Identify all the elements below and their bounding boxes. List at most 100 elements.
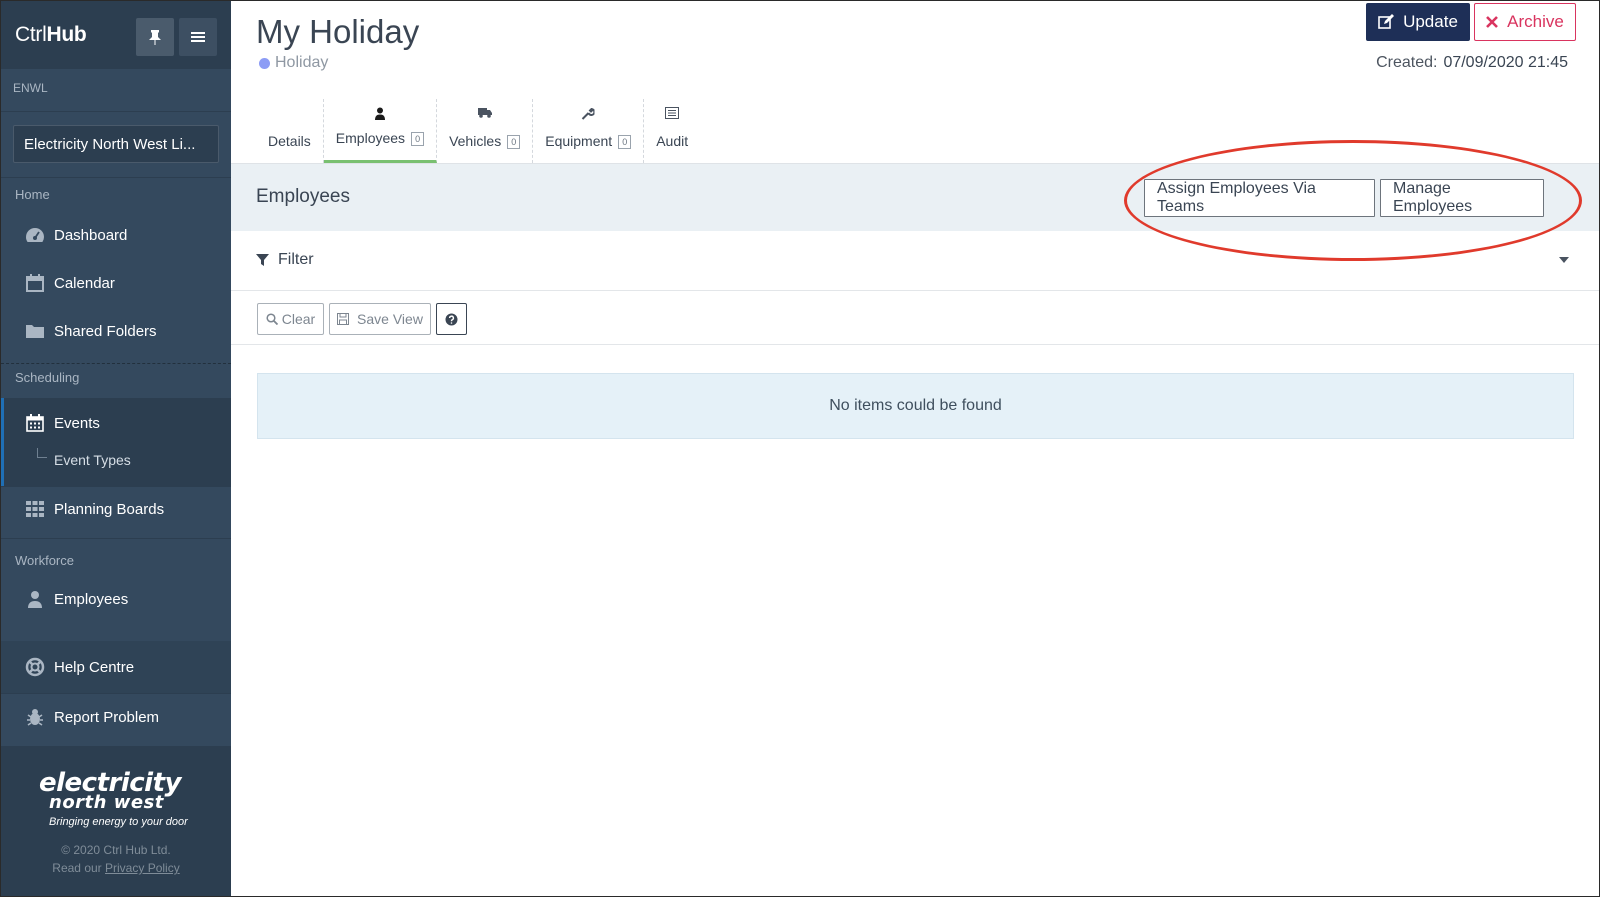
- save-view-button[interactable]: Save View: [329, 303, 431, 335]
- org-heading: ENWL: [13, 81, 48, 95]
- filter-label: Filter: [278, 251, 314, 268]
- filter-toggle[interactable]: Filter: [256, 251, 314, 269]
- sidebar-item-event-types[interactable]: Event Types: [54, 452, 131, 468]
- assign-employees-via-teams-button[interactable]: Assign Employees Via Teams: [1144, 179, 1375, 217]
- tab-details[interactable]: Details: [256, 99, 324, 163]
- organisation-selector[interactable]: Electricity North West Li...: [13, 125, 219, 163]
- calendar-icon: [25, 273, 45, 293]
- privacy-policy-link[interactable]: Privacy Policy: [105, 861, 180, 875]
- sidebar-item-report-problem[interactable]: Report Problem: [1, 695, 231, 739]
- sidebar-item-shared-folders[interactable]: Shared Folders: [1, 309, 231, 353]
- archive-label: Archive: [1507, 12, 1564, 31]
- tab-audit[interactable]: Audit: [644, 99, 700, 163]
- main-content: My Holiday Holiday Update Archive Create…: [231, 1, 1599, 896]
- brand-bold: Hub: [46, 23, 87, 46]
- tab-equipment[interactable]: Equipment 0: [533, 99, 645, 163]
- wrench-icon: [582, 107, 595, 120]
- event-type-label: Holiday: [275, 54, 329, 71]
- filter-icon: [256, 253, 269, 266]
- created-value: 07/09/2020 21:45: [1443, 54, 1568, 71]
- folder-icon: [25, 321, 45, 341]
- filter-panel[interactable]: Filter: [231, 231, 1599, 291]
- privacy-line: Read our Privacy Policy: [1, 861, 231, 875]
- page-subtitle: Holiday: [259, 54, 328, 72]
- update-label: Update: [1403, 12, 1458, 31]
- app-brand[interactable]: CtrlHub: [15, 23, 87, 47]
- sidebar-header: CtrlHub: [1, 1, 231, 69]
- brand-light: Ctrl: [15, 23, 47, 46]
- sidebar-item-label: Employees: [54, 590, 129, 608]
- empty-state-message: No items could be found: [257, 373, 1574, 439]
- sidebar-item-events[interactable]: Events: [1, 401, 231, 445]
- lifebuoy-icon: [25, 657, 45, 677]
- sidebar-item-planning-boards[interactable]: Planning Boards: [1, 487, 231, 531]
- archive-button[interactable]: Archive: [1474, 3, 1576, 41]
- pin-icon: [149, 30, 161, 45]
- sidebar-item-label: Dashboard: [54, 226, 128, 244]
- sidebar-item-dashboard[interactable]: Dashboard: [1, 213, 231, 257]
- search-icon: [266, 313, 278, 325]
- section-label-home: Home: [15, 187, 50, 202]
- clear-label: Clear: [281, 311, 316, 327]
- count-badge: 0: [507, 135, 521, 149]
- truck-icon: [477, 108, 492, 118]
- tab-vehicles[interactable]: Vehicles 0: [437, 99, 534, 163]
- user-icon: [374, 107, 385, 120]
- menu-toggle-button[interactable]: [179, 18, 217, 56]
- grid-icon: [25, 499, 45, 519]
- save-icon: [337, 313, 350, 325]
- manage-employees-button[interactable]: Manage Employees: [1380, 179, 1544, 217]
- tab-label: Vehicles: [449, 132, 502, 149]
- list-toolbar: Clear Save View: [231, 291, 1599, 345]
- bug-icon: [25, 707, 45, 727]
- user-icon: [25, 589, 45, 609]
- sidebar-item-label: Calendar: [54, 274, 115, 292]
- company-tagline: Bringing energy to your door: [49, 816, 188, 828]
- page-title: My Holiday: [256, 13, 420, 50]
- sidebar-item-calendar[interactable]: Calendar: [1, 261, 231, 305]
- section-label-scheduling: Scheduling: [15, 370, 80, 385]
- tab-label: Equipment: [545, 132, 613, 149]
- sidebar-item-label: Events: [54, 414, 100, 432]
- divider: [1, 177, 231, 178]
- app-window: CtrlHub ENWL Electricity North West Li..…: [0, 0, 1600, 897]
- sidebar-item-label: Help Centre: [54, 658, 135, 676]
- sidebar-item-label: Report Problem: [54, 708, 160, 726]
- divider: [1, 363, 231, 364]
- edit-icon: [1378, 14, 1395, 29]
- sidebar-item-employees[interactable]: Employees: [1, 577, 231, 621]
- dashboard-icon: [25, 225, 45, 245]
- company-logo-line2: north west: [49, 792, 164, 813]
- help-button[interactable]: [436, 303, 467, 335]
- section-label-workforce: Workforce: [15, 553, 74, 568]
- tree-connector: [37, 448, 47, 458]
- tab-bar: Details Employees 0 Vehicles 0 Equipment 0 …: [256, 99, 700, 164]
- created-label: Created:: [1376, 54, 1438, 71]
- count-badge: 0: [411, 132, 425, 146]
- pin-sidebar-button[interactable]: [136, 18, 174, 56]
- tab-label: Employees: [335, 129, 406, 146]
- sidebar-item-help-centre[interactable]: Help Centre: [1, 645, 231, 689]
- sidebar-item-label: Planning Boards: [54, 500, 165, 518]
- sidebar-item-label: Shared Folders: [54, 322, 157, 340]
- clear-button[interactable]: Clear: [257, 303, 324, 335]
- question-circle-icon: [445, 313, 458, 325]
- save-view-label: Save View: [357, 311, 423, 327]
- divider: [1, 693, 231, 694]
- created-info: Created: 07/09/2020 21:45: [1376, 54, 1568, 72]
- chevron-down-icon[interactable]: [1559, 257, 1569, 263]
- tab-employees[interactable]: Employees 0: [323, 99, 438, 163]
- hamburger-icon: [191, 32, 205, 42]
- divider: [1, 538, 231, 539]
- tab-label: Audit: [656, 133, 689, 149]
- section-header: Employees Assign Employees Via Teams Man…: [231, 164, 1599, 231]
- update-button[interactable]: Update: [1366, 3, 1470, 41]
- divider: [1, 111, 231, 112]
- section-title: Employees: [256, 186, 350, 207]
- sidebar: CtrlHub ENWL Electricity North West Li..…: [1, 1, 231, 896]
- close-icon: [1486, 16, 1499, 28]
- status-dot: [259, 57, 270, 69]
- calendar-grid-icon: [25, 413, 45, 433]
- copyright-text: © 2020 Ctrl Hub Ltd.: [61, 843, 171, 857]
- tab-label: Details: [268, 133, 311, 149]
